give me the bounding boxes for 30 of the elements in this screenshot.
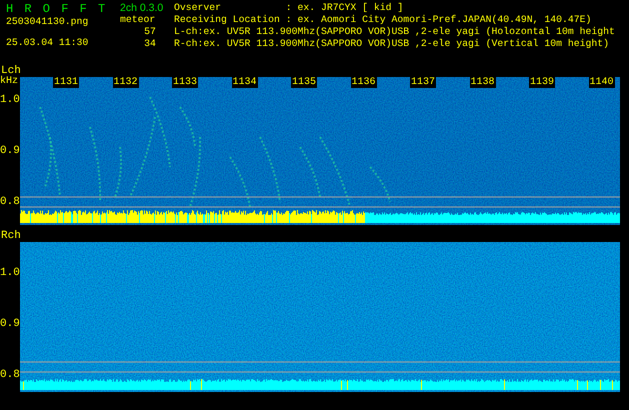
time-label: 1136 (350, 77, 377, 88)
axis-label: 0.9 (0, 319, 20, 330)
axis-label: 1.0 (0, 268, 20, 279)
axis-label: 0.8 (0, 197, 20, 208)
time-label: 1132 (112, 77, 139, 88)
time-label: 1137 (410, 77, 436, 88)
time-label: 1133 (172, 77, 198, 88)
file-name: 2503041130.png (6, 16, 90, 28)
time-label: 1139 (529, 77, 556, 88)
axis-label: 0.9 (0, 146, 20, 157)
channel-label: Lch (0, 66, 22, 77)
app-version: 2ch 0.3.0 (120, 2, 164, 14)
time-label: 1140 (588, 77, 615, 88)
date-time: 25.03.04 11:30 (6, 37, 90, 49)
info-line: Ovserver : ex. JR7CYX [ kid ] (174, 2, 404, 14)
unit-label: kHz (0, 77, 20, 87)
time-label: 1131 (53, 77, 80, 88)
meteor-count: 57 (144, 26, 156, 38)
info-line: L-ch:ex. UV5R 113.900Mhz(SAPPORO VOR)USB ,2-ele yagi (Holozontal 10m height (174, 26, 616, 38)
time-label: 1134 (232, 77, 258, 88)
app-title: H R O F F T (6, 2, 108, 16)
time-label: 1135 (291, 77, 318, 88)
channel-label: Rch (0, 231, 22, 242)
time-label: 1138 (470, 77, 496, 88)
meteor-count: 34 (144, 38, 156, 50)
info-line: R-ch:ex. UV5R 113.900Mhz(SAPPORO VOR)USB ,2-ele yagi (Vertical 10m height) (174, 38, 610, 50)
info-line: Receiving Location : ex. Aomori City Aomori-Pref.JAPAN(40.49N, 140.47E) (174, 14, 592, 26)
axis-label: 0.8 (0, 370, 20, 381)
meteor-label: meteor (120, 14, 156, 26)
axis-label: 1.0 (0, 95, 20, 106)
